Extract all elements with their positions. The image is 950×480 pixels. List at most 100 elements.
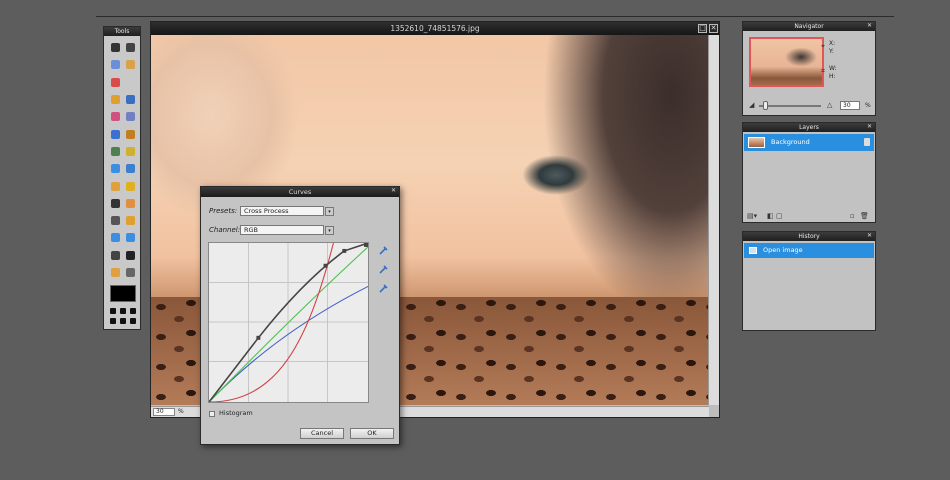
pinch-icon bbox=[126, 233, 135, 243]
redeye-icon bbox=[111, 216, 120, 226]
history-panel: History ✕ Open image bbox=[742, 231, 876, 331]
vertical-scrollbar[interactable] bbox=[708, 35, 719, 405]
layers-panel: Layers ✕ Background ▤▾ ◧ ▢ ▫ 🗑 bbox=[742, 122, 876, 223]
image-window-title: 1352610_74851576.jpg bbox=[390, 24, 480, 33]
type-icon bbox=[126, 250, 135, 260]
replace-tool-button[interactable] bbox=[123, 108, 138, 125]
wand-tool-button[interactable] bbox=[108, 74, 123, 91]
white-point-eyedropper-icon[interactable] bbox=[379, 283, 389, 293]
picker-tool-button[interactable] bbox=[108, 247, 123, 264]
colorreplace-icon bbox=[126, 146, 135, 156]
presets-value: Cross Process bbox=[244, 207, 289, 215]
tool-grid bbox=[108, 39, 138, 281]
curves-titlebar[interactable]: Curves ✕ bbox=[201, 187, 399, 197]
pinch-tool-button[interactable] bbox=[123, 229, 138, 246]
marquee-tool-button[interactable] bbox=[108, 56, 123, 73]
ok-button[interactable]: OK bbox=[350, 428, 394, 439]
zoom-in-icon[interactable]: △ bbox=[827, 101, 832, 109]
sponge-icon bbox=[126, 181, 135, 191]
gradient-tool-button[interactable] bbox=[108, 125, 123, 142]
smudge-tool-button[interactable] bbox=[108, 177, 123, 194]
layer-row[interactable]: Background bbox=[744, 134, 874, 151]
blur-icon bbox=[111, 164, 120, 174]
layers-footer: ▤▾ ◧ ▢ ▫ 🗑 bbox=[744, 211, 874, 221]
x-label: X: bbox=[829, 40, 836, 47]
navigator-xy: ⌖ X: Y: bbox=[821, 40, 836, 56]
gray-point-eyedropper-icon[interactable] bbox=[379, 264, 389, 274]
zoom-out-icon[interactable]: ◢ bbox=[749, 101, 754, 109]
zoom-slider-track[interactable] bbox=[759, 105, 821, 107]
image-window-titlebar[interactable]: 1352610_74851576.jpg □ ✕ bbox=[151, 22, 719, 35]
smudge-icon bbox=[111, 181, 120, 191]
burn-icon bbox=[126, 198, 135, 208]
spot-heal-tool-button[interactable] bbox=[123, 212, 138, 229]
history-title: History bbox=[743, 232, 875, 241]
tools-panel: Tools bbox=[103, 26, 141, 330]
hand-tool-button[interactable] bbox=[108, 264, 123, 281]
zoom-tool-button[interactable] bbox=[123, 264, 138, 281]
pencil-tool-button[interactable] bbox=[108, 91, 123, 108]
burn-tool-button[interactable] bbox=[123, 195, 138, 212]
move-icon bbox=[126, 43, 135, 53]
move-tool-button[interactable] bbox=[123, 39, 138, 56]
channel-dropdown-icon[interactable]: ▾ bbox=[325, 226, 334, 235]
layer-name: Background bbox=[771, 138, 810, 146]
clone-tool-button[interactable] bbox=[108, 143, 123, 160]
curve-control-points[interactable] bbox=[256, 243, 368, 340]
history-item[interactable]: Open image bbox=[744, 243, 874, 258]
eraser-icon bbox=[111, 112, 120, 122]
colorreplace-tool-button[interactable] bbox=[123, 143, 138, 160]
crosshair-icon: ⌖ bbox=[821, 42, 825, 50]
lock-icon[interactable] bbox=[864, 138, 870, 146]
lasso-tool-button[interactable] bbox=[123, 56, 138, 73]
zoom-input[interactable]: 30 bbox=[153, 408, 175, 416]
bloat-icon bbox=[111, 233, 120, 243]
new-layer-icon[interactable]: ▫ bbox=[850, 212, 855, 220]
blank-icon bbox=[126, 77, 135, 87]
layer-mask-icon[interactable]: ◧ bbox=[767, 212, 774, 220]
tool-options-grid[interactable] bbox=[110, 308, 136, 326]
brush-tool-button[interactable] bbox=[123, 91, 138, 108]
layer-settings-icon[interactable]: ▤▾ bbox=[747, 212, 757, 220]
maximize-icon[interactable]: □ bbox=[698, 24, 707, 33]
type-tool-button[interactable] bbox=[123, 247, 138, 264]
layer-style-icon[interactable]: ▢ bbox=[776, 212, 783, 220]
cancel-button[interactable]: Cancel bbox=[300, 428, 344, 439]
fill-icon bbox=[126, 129, 135, 139]
wand-icon bbox=[111, 77, 120, 87]
fill-tool-button[interactable] bbox=[123, 125, 138, 142]
curves-graph[interactable] bbox=[208, 242, 369, 403]
blur-tool-button[interactable] bbox=[108, 160, 123, 177]
curves-close-icon[interactable]: ✕ bbox=[390, 188, 397, 195]
channel-select[interactable]: RGB bbox=[240, 225, 324, 235]
histogram-checkbox[interactable] bbox=[209, 411, 215, 417]
black-point-eyedropper-icon[interactable] bbox=[379, 245, 389, 255]
foreground-color-swatch[interactable] bbox=[110, 285, 136, 302]
channel-label: Channel: bbox=[209, 226, 241, 234]
layers-close-icon[interactable]: ✕ bbox=[866, 124, 873, 131]
presets-dropdown-icon[interactable]: ▾ bbox=[325, 207, 334, 216]
zoom-slider-handle[interactable] bbox=[763, 101, 768, 110]
delete-layer-icon[interactable]: 🗑 bbox=[860, 212, 869, 220]
navigator-close-icon[interactable]: ✕ bbox=[866, 23, 873, 30]
size-icon: ⌗ bbox=[821, 67, 825, 75]
history-close-icon[interactable]: ✕ bbox=[866, 233, 873, 240]
navigator-zoom-input[interactable]: 30 bbox=[840, 101, 860, 110]
bloat-tool-button[interactable] bbox=[108, 229, 123, 246]
curves-dialog: Curves ✕ Presets: Cross Process ▾ Channe… bbox=[200, 186, 400, 445]
layers-title: Layers bbox=[743, 123, 875, 132]
crop-tool-button[interactable] bbox=[108, 39, 123, 56]
navigator-thumbnail[interactable] bbox=[749, 37, 824, 87]
navigator-zoom-unit: % bbox=[865, 102, 871, 109]
blank-tool-button[interactable] bbox=[123, 74, 138, 91]
sharpen-tool-button[interactable] bbox=[123, 160, 138, 177]
eraser-tool-button[interactable] bbox=[108, 108, 123, 125]
replace-icon bbox=[126, 112, 135, 122]
presets-select[interactable]: Cross Process bbox=[240, 206, 324, 216]
sponge-tool-button[interactable] bbox=[123, 177, 138, 194]
top-divider bbox=[96, 16, 894, 17]
close-icon[interactable]: ✕ bbox=[709, 24, 718, 33]
navigator-zoom-row: ◢ △ 30 % bbox=[747, 101, 871, 111]
dodge-tool-button[interactable] bbox=[108, 195, 123, 212]
redeye-tool-button[interactable] bbox=[108, 212, 123, 229]
